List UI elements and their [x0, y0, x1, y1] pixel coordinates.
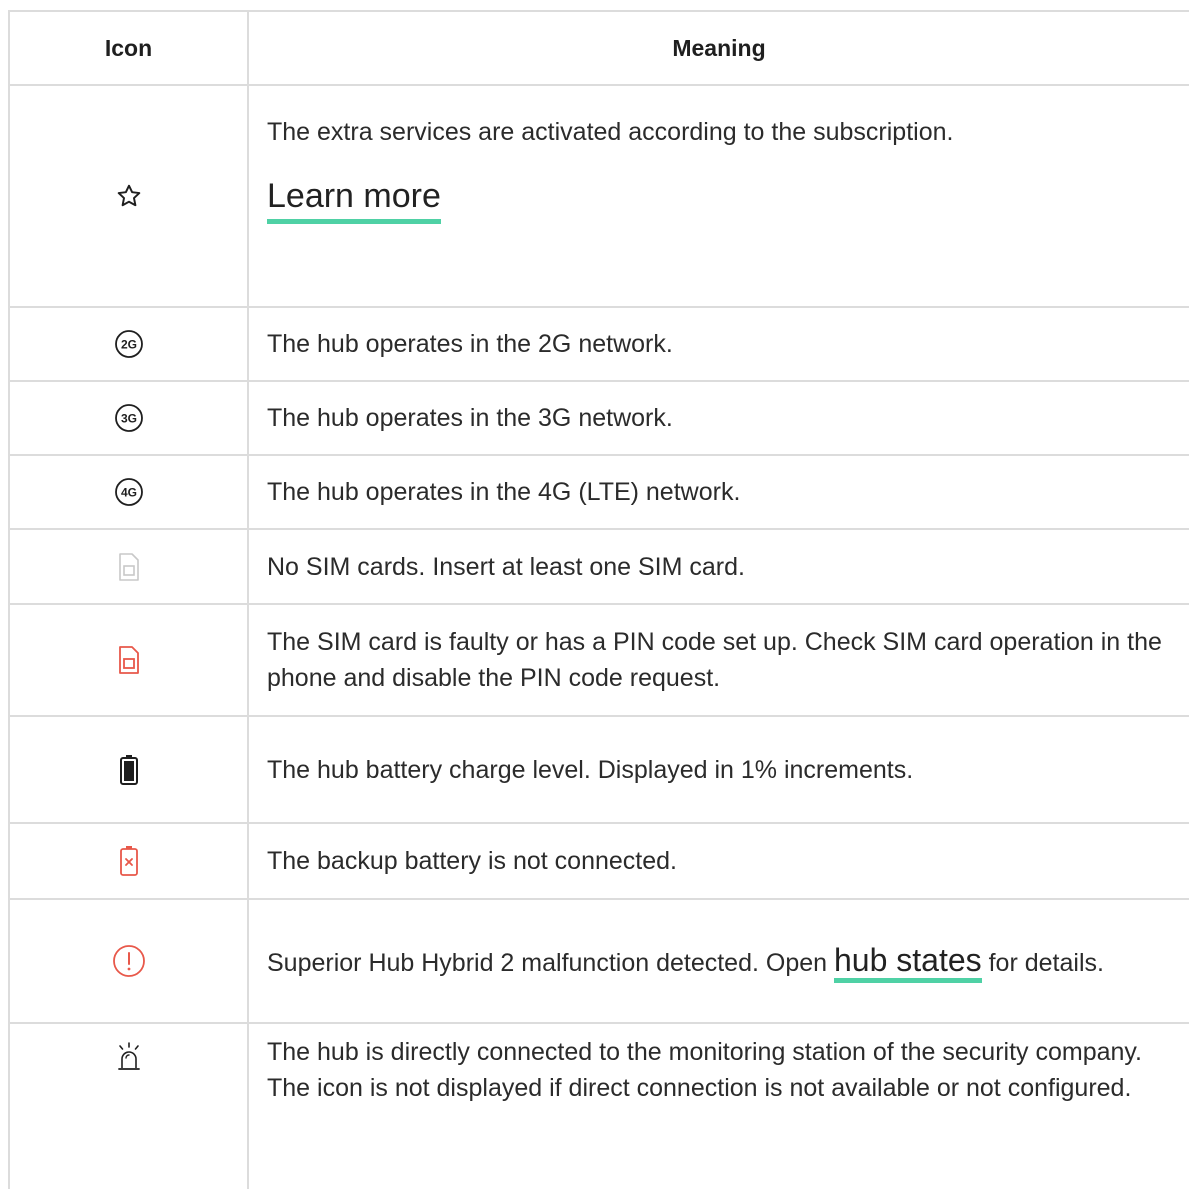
- row-text: The hub operates in the 2G network.: [267, 330, 673, 358]
- icon-cell: [10, 86, 247, 306]
- table-row: 4G The hub operates in the 4G (LTE) netw…: [10, 456, 1189, 530]
- 3g-network-icon: 3G: [114, 403, 144, 433]
- table-row: 3G The hub operates in the 3G network.: [10, 382, 1189, 456]
- sim-card-absent-icon: [118, 552, 140, 582]
- sim-card-error-icon: [118, 645, 140, 675]
- monitoring-station-siren-icon: [114, 1042, 144, 1074]
- meaning-cell: Superior Hub Hybrid 2 malfunction detect…: [267, 900, 1169, 1022]
- icon-label: 2G: [120, 338, 136, 352]
- star-outline-icon: [116, 183, 142, 209]
- header-icon: Icon: [104, 34, 153, 61]
- table-row: The extra services are activated accordi…: [10, 86, 1189, 308]
- learn-more-link[interactable]: Learn more: [267, 174, 441, 224]
- battery-disconnected-icon: [119, 845, 139, 877]
- battery-full-icon: [119, 754, 139, 786]
- table-row: Superior Hub Hybrid 2 malfunction detect…: [10, 900, 1189, 1024]
- table-row: 2G The hub operates in the 2G network.: [10, 308, 1189, 382]
- 2g-network-icon: 2G: [114, 329, 144, 359]
- row-text: The SIM card is faulty or has a PIN code…: [267, 628, 1162, 692]
- table-header-row: Icon Meaning: [10, 12, 1189, 86]
- table-row: The backup battery is not connected.: [10, 824, 1189, 900]
- icons-table: Icon Meaning The extra services are acti…: [8, 10, 1189, 1189]
- row-text-after: for details.: [988, 948, 1104, 977]
- row-text: The hub operates in the 3G network.: [267, 404, 673, 432]
- header-meaning: Meaning: [672, 35, 766, 61]
- row-text: The backup battery is not connected.: [267, 847, 677, 875]
- row-text: The hub operates in the 4G (LTE) network…: [267, 478, 741, 506]
- icon-label: 3G: [120, 412, 136, 426]
- table-row: The SIM card is faulty or has a PIN code…: [10, 605, 1189, 717]
- 4g-network-icon: 4G: [114, 477, 144, 507]
- row-text: The hub is directly connected to the mon…: [267, 1038, 1142, 1102]
- malfunction-alert-icon: [112, 944, 146, 978]
- hub-states-link[interactable]: hub states: [834, 941, 982, 983]
- meaning-cell: The extra services are activated accordi…: [267, 86, 1169, 306]
- row-text: The extra services are activated accordi…: [267, 118, 954, 146]
- table-row: The hub is directly connected to the mon…: [10, 1024, 1189, 1191]
- row-text: No SIM cards. Insert at least one SIM ca…: [267, 552, 745, 581]
- table-row: The hub battery charge level. Displayed …: [10, 717, 1189, 824]
- icon-label: 4G: [120, 486, 136, 500]
- row-text: The hub battery charge level. Displayed …: [267, 755, 914, 784]
- row-text: Superior Hub Hybrid 2 malfunction detect…: [267, 948, 828, 977]
- table-row: No SIM cards. Insert at least one SIM ca…: [10, 530, 1189, 605]
